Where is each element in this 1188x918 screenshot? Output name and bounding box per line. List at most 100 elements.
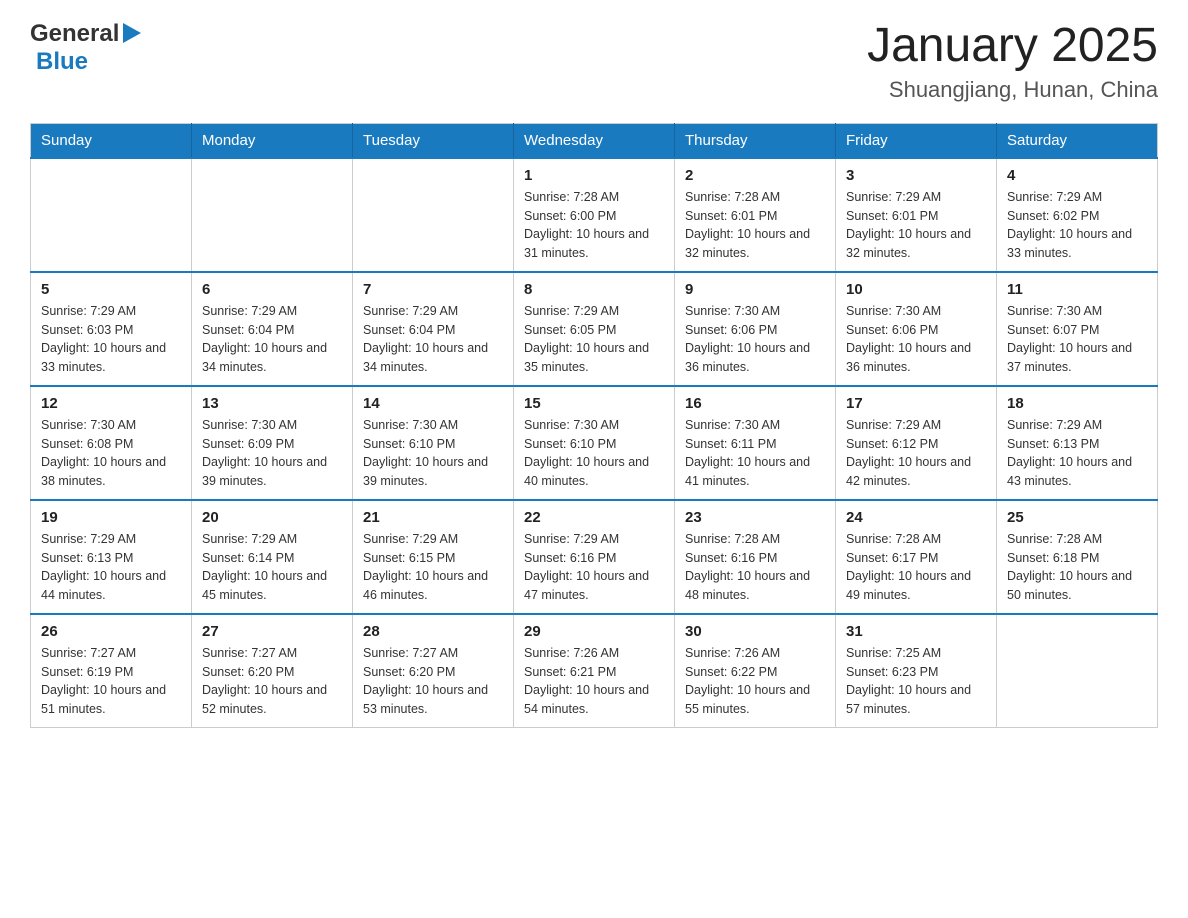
column-header-sunday: Sunday	[31, 123, 192, 158]
day-number: 30	[685, 623, 825, 640]
day-number: 27	[202, 623, 342, 640]
day-info: Sunrise: 7:30 AM Sunset: 6:06 PM Dayligh…	[685, 302, 825, 377]
day-number: 25	[1007, 509, 1147, 526]
day-info: Sunrise: 7:29 AM Sunset: 6:01 PM Dayligh…	[846, 188, 986, 263]
week-row-5: 26 Sunrise: 7:27 AM Sunset: 6:19 PM Dayli…	[31, 614, 1158, 728]
calendar-cell: 11 Sunrise: 7:30 AM Sunset: 6:07 PM Dayli…	[997, 272, 1158, 386]
month-title: January 2025	[867, 20, 1158, 73]
day-number: 22	[524, 509, 664, 526]
day-number: 7	[363, 281, 503, 298]
calendar-table: SundayMondayTuesdayWednesdayThursdayFrid…	[30, 123, 1158, 728]
day-number: 17	[846, 395, 986, 412]
day-info: Sunrise: 7:29 AM Sunset: 6:04 PM Dayligh…	[202, 302, 342, 377]
column-header-thursday: Thursday	[675, 123, 836, 158]
day-number: 1	[524, 167, 664, 184]
day-info: Sunrise: 7:28 AM Sunset: 6:18 PM Dayligh…	[1007, 530, 1147, 605]
day-info: Sunrise: 7:30 AM Sunset: 6:11 PM Dayligh…	[685, 416, 825, 491]
calendar-cell: 6 Sunrise: 7:29 AM Sunset: 6:04 PM Daylig…	[192, 272, 353, 386]
calendar-cell: 3 Sunrise: 7:29 AM Sunset: 6:01 PM Daylig…	[836, 158, 997, 272]
day-number: 18	[1007, 395, 1147, 412]
column-header-wednesday: Wednesday	[514, 123, 675, 158]
day-info: Sunrise: 7:30 AM Sunset: 6:10 PM Dayligh…	[363, 416, 503, 491]
calendar-cell: 1 Sunrise: 7:28 AM Sunset: 6:00 PM Daylig…	[514, 158, 675, 272]
week-row-2: 5Sunrise: 7:29 AM Sunset: 6:03 PM Daylig…	[31, 272, 1158, 386]
calendar-cell: 2Sunrise: 7:28 AM Sunset: 6:01 PM Daylig…	[675, 158, 836, 272]
title-block: January 2025 Shuangjiang, Hunan, China	[867, 20, 1158, 103]
day-info: Sunrise: 7:29 AM Sunset: 6:15 PM Dayligh…	[363, 530, 503, 605]
column-header-tuesday: Tuesday	[353, 123, 514, 158]
day-info: Sunrise: 7:27 AM Sunset: 6:20 PM Dayligh…	[202, 644, 342, 719]
calendar-cell: 29 Sunrise: 7:26 AM Sunset: 6:21 PM Dayli…	[514, 614, 675, 728]
calendar-cell: 22 Sunrise: 7:29 AM Sunset: 6:16 PM Dayli…	[514, 500, 675, 614]
day-number: 16	[685, 395, 825, 412]
calendar-cell	[997, 614, 1158, 728]
calendar-cell: 16 Sunrise: 7:30 AM Sunset: 6:11 PM Dayli…	[675, 386, 836, 500]
calendar-cell	[353, 158, 514, 272]
column-header-monday: Monday	[192, 123, 353, 158]
day-number: 13	[202, 395, 342, 412]
calendar-header-row: SundayMondayTuesdayWednesdayThursdayFrid…	[31, 123, 1158, 158]
day-number: 24	[846, 509, 986, 526]
day-number: 14	[363, 395, 503, 412]
day-info: Sunrise: 7:28 AM Sunset: 6:00 PM Dayligh…	[524, 188, 664, 263]
day-info: Sunrise: 7:30 AM Sunset: 6:08 PM Dayligh…	[41, 416, 181, 491]
calendar-cell: 24 Sunrise: 7:28 AM Sunset: 6:17 PM Dayli…	[836, 500, 997, 614]
calendar-cell: 17 Sunrise: 7:29 AM Sunset: 6:12 PM Dayli…	[836, 386, 997, 500]
day-number: 3	[846, 167, 986, 184]
logo-text-blue: Blue	[36, 48, 88, 76]
day-info: Sunrise: 7:29 AM Sunset: 6:14 PM Dayligh…	[202, 530, 342, 605]
day-info: Sunrise: 7:26 AM Sunset: 6:21 PM Dayligh…	[524, 644, 664, 719]
day-info: Sunrise: 7:28 AM Sunset: 6:16 PM Dayligh…	[685, 530, 825, 605]
calendar-cell: 27 Sunrise: 7:27 AM Sunset: 6:20 PM Dayli…	[192, 614, 353, 728]
calendar-cell: 23 Sunrise: 7:28 AM Sunset: 6:16 PM Dayli…	[675, 500, 836, 614]
day-number: 5	[41, 281, 181, 298]
day-info: Sunrise: 7:30 AM Sunset: 6:10 PM Dayligh…	[524, 416, 664, 491]
week-row-1: 1 Sunrise: 7:28 AM Sunset: 6:00 PM Daylig…	[31, 158, 1158, 272]
calendar-cell: 7Sunrise: 7:29 AM Sunset: 6:04 PM Daylig…	[353, 272, 514, 386]
day-info: Sunrise: 7:29 AM Sunset: 6:13 PM Dayligh…	[1007, 416, 1147, 491]
calendar-cell: 15 Sunrise: 7:30 AM Sunset: 6:10 PM Dayli…	[514, 386, 675, 500]
day-number: 15	[524, 395, 664, 412]
day-number: 23	[685, 509, 825, 526]
day-number: 6	[202, 281, 342, 298]
calendar-cell	[31, 158, 192, 272]
calendar-cell: 28 Sunrise: 7:27 AM Sunset: 6:20 PM Dayli…	[353, 614, 514, 728]
day-number: 4	[1007, 167, 1147, 184]
day-number: 2	[685, 167, 825, 184]
day-number: 21	[363, 509, 503, 526]
week-row-4: 19Sunrise: 7:29 AM Sunset: 6:13 PM Dayli…	[31, 500, 1158, 614]
day-info: Sunrise: 7:28 AM Sunset: 6:17 PM Dayligh…	[846, 530, 986, 605]
calendar-cell: 10Sunrise: 7:30 AM Sunset: 6:06 PM Dayli…	[836, 272, 997, 386]
day-info: Sunrise: 7:29 AM Sunset: 6:05 PM Dayligh…	[524, 302, 664, 377]
calendar-cell: 30Sunrise: 7:26 AM Sunset: 6:22 PM Dayli…	[675, 614, 836, 728]
day-number: 11	[1007, 281, 1147, 298]
day-info: Sunrise: 7:29 AM Sunset: 6:16 PM Dayligh…	[524, 530, 664, 605]
day-info: Sunrise: 7:30 AM Sunset: 6:07 PM Dayligh…	[1007, 302, 1147, 377]
calendar-cell: 8 Sunrise: 7:29 AM Sunset: 6:05 PM Daylig…	[514, 272, 675, 386]
day-number: 8	[524, 281, 664, 298]
calendar-cell: 25 Sunrise: 7:28 AM Sunset: 6:18 PM Dayli…	[997, 500, 1158, 614]
day-number: 12	[41, 395, 181, 412]
day-info: Sunrise: 7:29 AM Sunset: 6:12 PM Dayligh…	[846, 416, 986, 491]
logo-text-general: General	[30, 20, 119, 48]
calendar-cell: 20Sunrise: 7:29 AM Sunset: 6:14 PM Dayli…	[192, 500, 353, 614]
calendar-cell: 5Sunrise: 7:29 AM Sunset: 6:03 PM Daylig…	[31, 272, 192, 386]
day-info: Sunrise: 7:27 AM Sunset: 6:19 PM Dayligh…	[41, 644, 181, 719]
calendar-cell: 9Sunrise: 7:30 AM Sunset: 6:06 PM Daylig…	[675, 272, 836, 386]
day-info: Sunrise: 7:25 AM Sunset: 6:23 PM Dayligh…	[846, 644, 986, 719]
calendar-cell: 12 Sunrise: 7:30 AM Sunset: 6:08 PM Dayli…	[31, 386, 192, 500]
day-number: 26	[41, 623, 181, 640]
day-number: 29	[524, 623, 664, 640]
day-info: Sunrise: 7:27 AM Sunset: 6:20 PM Dayligh…	[363, 644, 503, 719]
calendar-cell: 31Sunrise: 7:25 AM Sunset: 6:23 PM Dayli…	[836, 614, 997, 728]
day-info: Sunrise: 7:29 AM Sunset: 6:13 PM Dayligh…	[41, 530, 181, 605]
day-number: 28	[363, 623, 503, 640]
day-info: Sunrise: 7:30 AM Sunset: 6:09 PM Dayligh…	[202, 416, 342, 491]
calendar-cell: 21 Sunrise: 7:29 AM Sunset: 6:15 PM Dayli…	[353, 500, 514, 614]
logo: General Blue	[30, 20, 141, 76]
calendar-cell: 18 Sunrise: 7:29 AM Sunset: 6:13 PM Dayli…	[997, 386, 1158, 500]
logo-triangle-icon	[123, 23, 141, 48]
day-info: Sunrise: 7:30 AM Sunset: 6:06 PM Dayligh…	[846, 302, 986, 377]
page-header: General Blue January 2025 Shuangjiang, H…	[30, 20, 1158, 103]
calendar-cell: 19Sunrise: 7:29 AM Sunset: 6:13 PM Dayli…	[31, 500, 192, 614]
